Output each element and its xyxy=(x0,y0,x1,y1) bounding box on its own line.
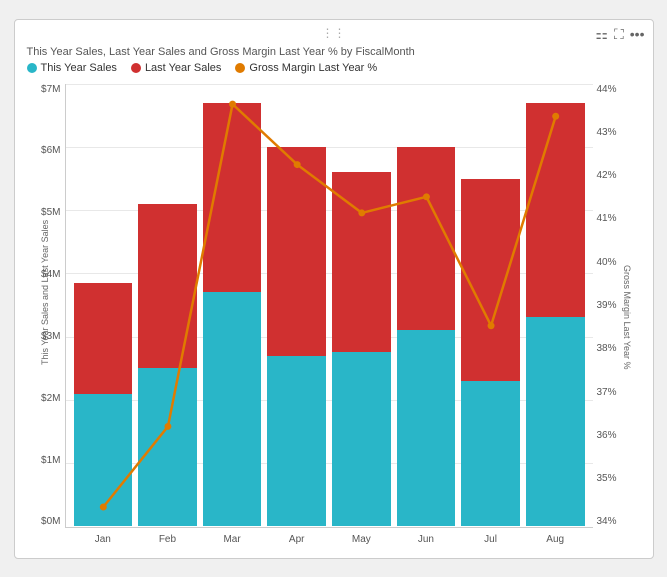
legend: This Year Sales Last Year Sales Gross Ma… xyxy=(23,62,645,74)
drag-handle[interactable]: ⋮⋮ xyxy=(322,26,346,40)
bar-teal-may xyxy=(332,352,391,526)
legend-item-last-year: Last Year Sales xyxy=(131,62,221,74)
bar-teal-jan xyxy=(74,394,133,527)
bar-group-jan: Jan xyxy=(74,84,133,527)
bar-teal-apr xyxy=(267,356,326,527)
bar-label-aug: Aug xyxy=(526,534,585,545)
y-tick-0m: $0M xyxy=(41,516,60,527)
bar-label-may: May xyxy=(332,534,391,545)
bar-label-apr: Apr xyxy=(267,534,326,545)
bar-group-apr: Apr xyxy=(267,84,326,527)
gross-margin-dot xyxy=(235,63,245,73)
bar-stack-jul xyxy=(461,179,520,527)
chart-title: This Year Sales, Last Year Sales and Gro… xyxy=(23,46,645,58)
bar-group-jul: Jul xyxy=(461,84,520,527)
bar-stack-aug xyxy=(526,103,585,527)
y-axis-right-label: Gross Margin Last Year % xyxy=(622,265,632,365)
legend-label-last-year: Last Year Sales xyxy=(145,62,221,74)
bar-red-apr xyxy=(267,147,326,356)
legend-item-this-year: This Year Sales xyxy=(27,62,117,74)
y-tick-1m: $1M xyxy=(41,455,60,466)
bar-stack-apr xyxy=(267,147,326,527)
bar-stack-feb xyxy=(138,204,197,527)
y-tick-right-34: 34% xyxy=(597,516,617,527)
y-tick-right-38: 38% xyxy=(597,343,617,354)
y-tick-right-42: 42% xyxy=(597,170,617,181)
bars-container: Jan Feb Mar xyxy=(66,84,593,527)
y-tick-right-35: 35% xyxy=(597,473,617,484)
bar-teal-jul xyxy=(461,381,520,526)
bar-group-jun: Jun xyxy=(397,84,456,527)
legend-label-gross-margin: Gross Margin Last Year % xyxy=(249,62,377,74)
bar-red-aug xyxy=(526,103,585,318)
bar-teal-aug xyxy=(526,317,585,526)
bar-red-feb xyxy=(138,204,197,368)
filter-icon[interactable]: ⚏ xyxy=(595,26,608,43)
bar-red-jan xyxy=(74,283,133,394)
bar-teal-mar xyxy=(203,292,262,526)
bar-teal-feb xyxy=(138,368,197,526)
bar-red-jun xyxy=(397,147,456,330)
this-year-dot xyxy=(27,63,37,73)
expand-icon[interactable]: ⛶ xyxy=(614,26,624,43)
y-axis-left: This Year Sales and Last Year Sales $7M … xyxy=(23,80,65,550)
y-tick-right-36: 36% xyxy=(597,430,617,441)
chart-card: ⋮⋮ ⚏ ⛶ ••• This Year Sales, Last Year Sa… xyxy=(14,19,654,559)
bar-red-may xyxy=(332,172,391,352)
bar-red-mar xyxy=(203,103,262,293)
bar-group-aug: Aug xyxy=(526,84,585,527)
y-tick-right-37: 37% xyxy=(597,387,617,398)
bar-group-may: May xyxy=(332,84,391,527)
y-tick-right-40: 40% xyxy=(597,257,617,268)
y-tick-2m: $2M xyxy=(41,393,60,404)
bar-label-jan: Jan xyxy=(74,534,133,545)
y-tick-5m: $5M xyxy=(41,207,60,218)
bar-label-jul: Jul xyxy=(461,534,520,545)
bar-red-jul xyxy=(461,179,520,381)
y-tick-right-44: 44% xyxy=(597,84,617,95)
bar-stack-jan xyxy=(74,283,133,527)
chart-area: This Year Sales and Last Year Sales $7M … xyxy=(23,80,645,550)
top-icons: ⚏ ⛶ ••• xyxy=(595,26,644,43)
legend-item-gross-margin: Gross Margin Last Year % xyxy=(235,62,377,74)
legend-label-this-year: This Year Sales xyxy=(41,62,117,74)
bar-label-jun: Jun xyxy=(397,534,456,545)
more-icon[interactable]: ••• xyxy=(630,26,645,42)
y-tick-6m: $6M xyxy=(41,145,60,156)
bar-stack-may xyxy=(332,172,391,526)
last-year-dot xyxy=(131,63,141,73)
bar-stack-jun xyxy=(397,147,456,527)
y-axis-left-label: This Year Sales and Last Year Sales xyxy=(40,265,50,365)
y-tick-right-41: 41% xyxy=(597,213,617,224)
bar-stack-mar xyxy=(203,103,262,527)
plot-area: Jan Feb Mar xyxy=(65,84,593,528)
y-tick-7m: $7M xyxy=(41,84,60,95)
bar-label-feb: Feb xyxy=(138,534,197,545)
bar-group-feb: Feb xyxy=(138,84,197,527)
y-tick-right-39: 39% xyxy=(597,300,617,311)
y-axis-right: Gross Margin Last Year % 44% 43% 42% 41%… xyxy=(593,80,645,550)
bar-group-mar: Mar xyxy=(203,84,262,527)
bar-label-mar: Mar xyxy=(203,534,262,545)
bar-teal-jun xyxy=(397,330,456,526)
y-tick-right-43: 43% xyxy=(597,127,617,138)
